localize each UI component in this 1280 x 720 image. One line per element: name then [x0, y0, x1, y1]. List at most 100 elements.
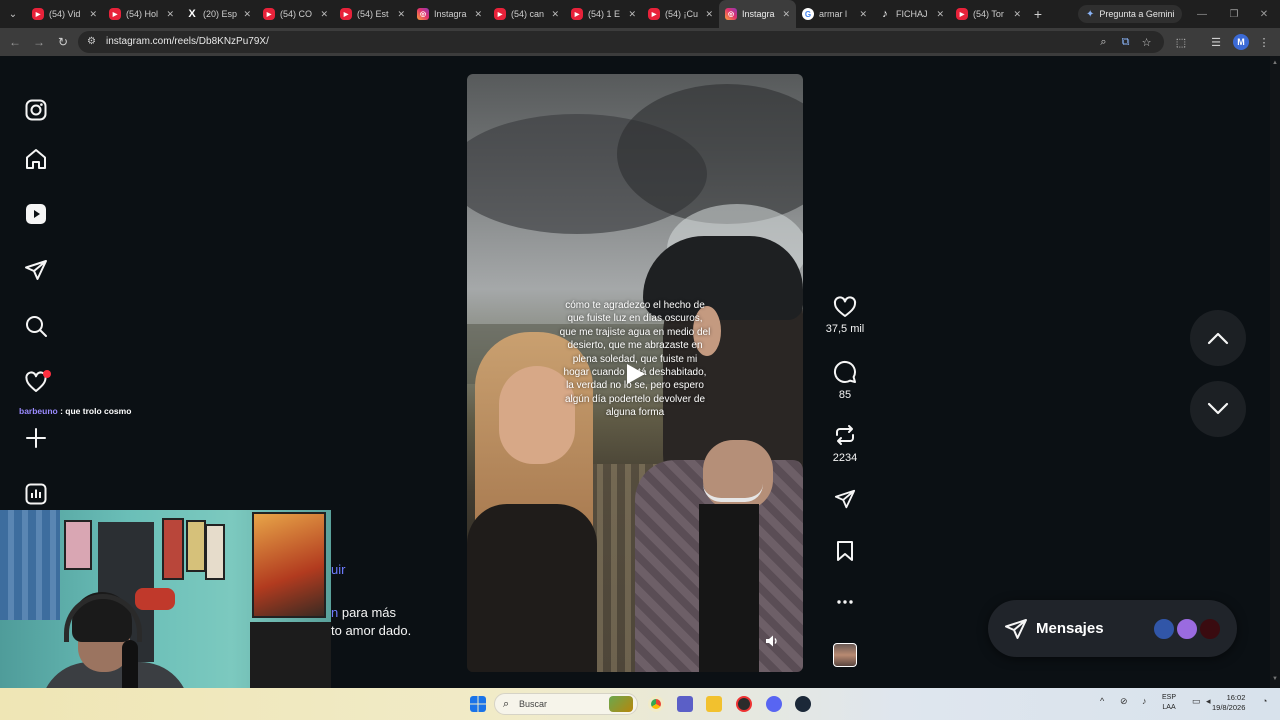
taskbar-search-placeholder: Buscar [519, 699, 548, 709]
bookmark-star-icon[interactable]: ☆ [1140, 36, 1153, 49]
youtube-icon: ▶ [340, 8, 352, 20]
display-icon[interactable]: ▭ [1192, 696, 1201, 707]
youtube-icon: ▶ [571, 8, 583, 20]
close-tab-icon[interactable]: ✕ [859, 9, 867, 20]
browser-menu-icon[interactable]: ⋮ [1256, 34, 1272, 50]
browser-tab[interactable]: ▶ (54) ¡Cu ✕ [642, 0, 719, 28]
share-action[interactable] [822, 488, 868, 510]
steam-icon[interactable] [795, 696, 811, 712]
tab-search-chevron-icon[interactable]: ⌄ [0, 0, 26, 28]
close-tab-icon[interactable]: ✕ [243, 9, 251, 20]
repost-icon[interactable] [833, 423, 857, 447]
bookmark-icon[interactable] [835, 540, 855, 562]
address-bar[interactable]: ⚙ instagram.com/reels/Db8KNzPu79X/ ⌕ ⧉ ☆ [78, 31, 1164, 53]
tab-title: (54) 1 E [588, 9, 621, 19]
close-tab-icon[interactable]: ✕ [782, 9, 790, 20]
scroll-down-icon[interactable]: ▼ [1272, 676, 1278, 682]
browser-tab[interactable]: ▶ (54) can ✕ [488, 0, 565, 28]
close-window-icon[interactable]: ✕ [1248, 0, 1280, 28]
tab-title: armar l [819, 9, 848, 19]
language-indicator[interactable]: ESP LAA [1162, 693, 1176, 713]
close-tab-icon[interactable]: ✕ [705, 9, 713, 20]
direct-messages-icon[interactable] [24, 258, 48, 282]
more-dots-icon[interactable] [835, 596, 855, 608]
site-info-icon[interactable]: ⚙ [87, 36, 99, 48]
more-options-action[interactable] [822, 596, 868, 608]
close-tab-icon[interactable]: ✕ [474, 9, 482, 20]
browser-tab[interactable]: ▶ (54) Est ✕ [334, 0, 411, 28]
comment-action[interactable]: 85 [822, 360, 868, 401]
back-arrow-icon[interactable]: ← [7, 34, 23, 50]
dashboard-icon[interactable] [24, 482, 48, 506]
play-icon[interactable] [625, 362, 647, 386]
windows-start-icon[interactable] [470, 696, 486, 712]
home-icon[interactable] [24, 147, 48, 171]
like-action[interactable]: 37,5 mil [822, 296, 868, 335]
browser-tab[interactable]: X (20) Esp ✕ [180, 0, 257, 28]
chrome-icon[interactable] [648, 696, 664, 712]
close-tab-icon[interactable]: ✕ [628, 9, 636, 20]
close-tab-icon[interactable]: ✕ [89, 9, 97, 20]
close-tab-icon[interactable]: ✕ [1013, 9, 1021, 20]
browser-tab[interactable]: ▶ (54) CO ✕ [257, 0, 334, 28]
create-plus-icon[interactable] [24, 426, 48, 450]
next-reel-button[interactable] [1190, 381, 1246, 437]
ask-gemini-label: Pregunta a Gemini [1099, 9, 1175, 19]
browser-tab[interactable]: ▶ (54) Tor ✕ [950, 0, 1027, 28]
instagram-icon: ◎ [417, 8, 429, 20]
teams-icon[interactable] [677, 696, 693, 712]
curtain [0, 510, 60, 620]
file-explorer-icon[interactable] [706, 696, 722, 712]
close-tab-icon[interactable]: ✕ [397, 9, 405, 20]
browser-tab[interactable]: ◎ Instagra ✕ [411, 0, 488, 28]
instagram-logo-icon[interactable] [24, 98, 48, 122]
browser-tab[interactable]: ▶ (54) 1 E ✕ [565, 0, 642, 28]
taskbar-clock[interactable]: 16:02 19/8/2026 [1212, 693, 1245, 713]
profile-avatar[interactable]: M [1233, 34, 1249, 50]
browser-tab[interactable]: Garmar l ✕ [796, 0, 873, 28]
reels-icon[interactable] [24, 202, 48, 226]
messages-button[interactable]: Mensajes [988, 600, 1237, 657]
close-tab-icon[interactable]: ✕ [936, 9, 944, 20]
tray-overflow-icon[interactable]: ^ [1100, 696, 1104, 706]
scroll-up-icon[interactable]: ▲ [1272, 60, 1278, 66]
original-audio-thumbnail[interactable] [833, 643, 857, 667]
page-scrollbar[interactable]: ▲ ▼ [1270, 56, 1280, 688]
reel-video[interactable]: cómo te agradezco el hecho de que fuiste… [467, 74, 803, 672]
comment-bubble-icon[interactable] [833, 360, 857, 384]
taskbar-search[interactable]: ⌕ Buscar [494, 693, 638, 715]
browser-tab[interactable]: ▶ (54) Hol ✕ [103, 0, 180, 28]
new-tab-button[interactable]: + [1027, 6, 1049, 22]
zoom-icon[interactable]: ⌕ [1097, 36, 1110, 49]
microphone-tray-icon[interactable]: ♪ [1142, 696, 1147, 706]
windows-taskbar: ⌕ Buscar ^ ⊘ ♪ ESP LAA ▭ ◂ 16:02 19/8/20… [0, 688, 1280, 720]
maximize-window-icon[interactable]: ❐ [1218, 0, 1250, 28]
like-heart-icon[interactable] [833, 296, 857, 318]
repost-action[interactable]: 2234 [822, 423, 868, 464]
message-avatar-2 [1175, 617, 1199, 641]
forward-arrow-icon[interactable]: → [31, 34, 47, 50]
extensions-icon[interactable]: ⬚ [1173, 34, 1189, 50]
translate-icon[interactable]: ⧉ [1119, 36, 1132, 49]
reading-list-icon[interactable]: ☰ [1208, 34, 1224, 50]
close-tab-icon[interactable]: ✕ [551, 9, 559, 20]
close-tab-icon[interactable]: ✕ [320, 9, 328, 20]
notifications-bell-icon[interactable]: ◔ [1262, 696, 1267, 706]
discord-icon[interactable] [766, 696, 782, 712]
browser-tab[interactable]: ▶ (54) Vid ✕ [26, 0, 103, 28]
network-icon[interactable]: ⊘ [1120, 696, 1128, 707]
search-icon[interactable] [24, 314, 48, 338]
close-tab-icon[interactable]: ✕ [166, 9, 174, 20]
browser-tab[interactable]: ◎ Instagra ✕ [719, 0, 796, 28]
partial-link-text[interactable]: uir [331, 562, 345, 577]
obs-icon[interactable] [736, 696, 752, 712]
volume-tray-icon[interactable]: ◂ [1206, 696, 1211, 707]
ask-gemini-button[interactable]: ✦ Pregunta a Gemini [1078, 5, 1183, 23]
minimize-window-icon[interactable]: — [1186, 0, 1218, 28]
share-paper-plane-icon[interactable] [833, 488, 857, 510]
save-action[interactable] [822, 540, 868, 562]
volume-icon[interactable] [765, 634, 779, 648]
previous-reel-button[interactable] [1190, 310, 1246, 366]
reload-icon[interactable]: ↻ [55, 34, 71, 50]
browser-tab[interactable]: ♪ FICHAJ ✕ [873, 0, 950, 28]
